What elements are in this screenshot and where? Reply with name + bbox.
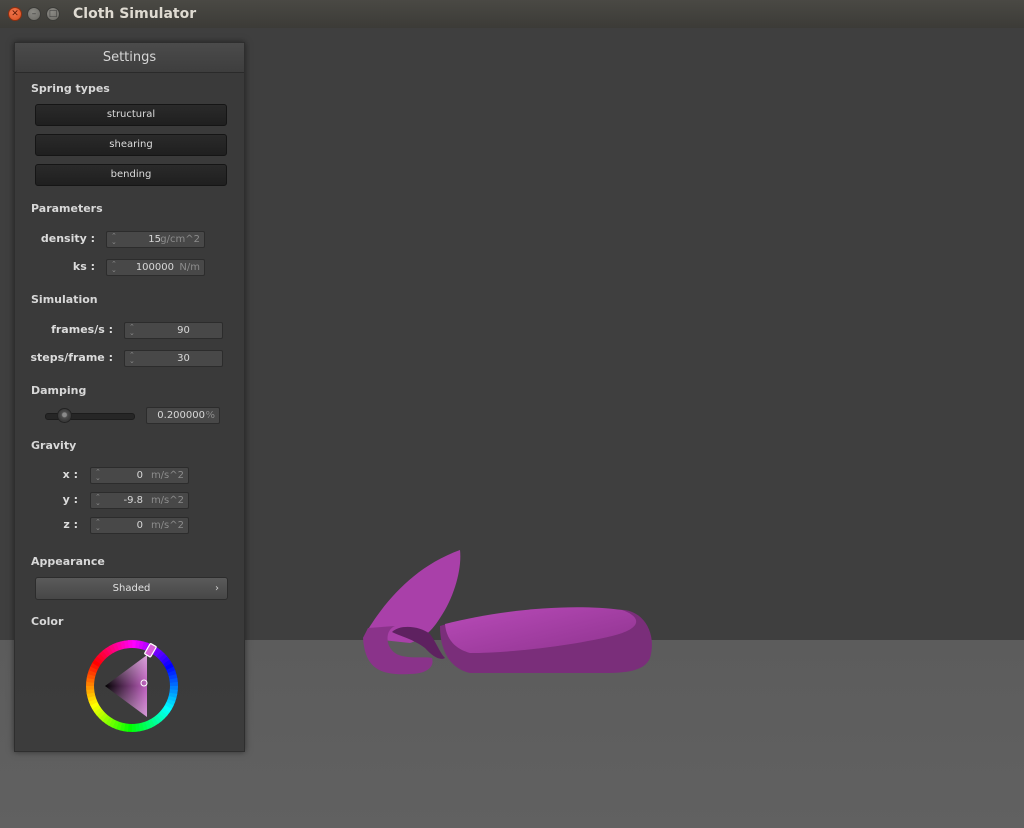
minimize-window-button[interactable]: – — [27, 7, 41, 21]
color-label: Color — [31, 615, 64, 628]
color-wheel-picker[interactable] — [85, 639, 179, 733]
density-value: 15 — [148, 234, 161, 245]
gravity-z-value: 0 — [136, 520, 143, 531]
gravity-x-label: x : — [62, 468, 78, 481]
hue-ring-segment[interactable] — [131, 723, 137, 732]
gravity-y-label: y : — [62, 493, 78, 506]
damping-slider-handle[interactable] — [56, 408, 72, 423]
appearance-selected-value: Shaded — [112, 583, 151, 594]
hue-ring-segment[interactable] — [86, 685, 95, 691]
window-title: Cloth Simulator — [73, 6, 197, 22]
frames-per-second-input[interactable]: ⌃ ⌄ 90 — [124, 322, 223, 339]
settings-panel: Settings Spring types structural shearin… — [14, 42, 245, 752]
hue-ring-segment[interactable] — [169, 681, 178, 687]
gravity-y-unit: m/s^2 — [150, 495, 184, 506]
triangle-shading — [105, 655, 147, 717]
density-unit: g/cm^2 — [160, 234, 200, 245]
steps-per-frame-label: steps/frame : — [30, 351, 114, 364]
maximize-window-button[interactable]: □ — [46, 7, 60, 21]
ks-unit: N/m — [179, 262, 200, 273]
ks-label: ks : — [72, 260, 95, 273]
gravity-x-unit: m/s^2 — [150, 470, 184, 481]
steps-per-frame-value: 30 — [177, 353, 190, 364]
gravity-z-unit: m/s^2 — [150, 520, 184, 531]
density-label: density : — [40, 232, 95, 245]
steps-spin-icon[interactable]: ⌃ ⌄ — [129, 352, 135, 365]
gravity-x-input[interactable]: ⌃ ⌄ 0 m/s^2 — [90, 467, 189, 484]
title-bar: ✕ – □ Cloth Simulator — [0, 0, 1024, 29]
ks-value: 100000 — [135, 262, 174, 273]
damping-unit: % — [205, 410, 215, 421]
gravity-x-value: 0 — [136, 470, 143, 481]
gravity-label: Gravity — [31, 439, 77, 452]
gravity-y-input[interactable]: ⌃ ⌄ -9.8 m/s^2 — [90, 492, 189, 509]
frames-per-second-value: 90 — [177, 325, 190, 336]
gravity-y-spin-icon[interactable]: ⌃ ⌄ — [95, 494, 101, 507]
ks-input[interactable]: ⌃ ⌄ 100000 N/m — [106, 259, 205, 276]
parameters-label: Parameters — [31, 202, 103, 215]
appearance-label: Appearance — [31, 555, 105, 568]
gravity-z-input[interactable]: ⌃ ⌄ 0 m/s^2 — [90, 517, 189, 534]
simulation-label: Simulation — [31, 293, 98, 306]
ks-spin-icon[interactable]: ⌃ ⌄ — [111, 261, 117, 274]
density-spin-icon[interactable]: ⌃ ⌄ — [111, 233, 117, 246]
gravity-y-value: -9.8 — [123, 495, 143, 506]
gravity-z-spin-icon[interactable]: ⌃ ⌄ — [95, 519, 101, 532]
close-window-button[interactable]: ✕ — [8, 7, 22, 21]
damping-label: Damping — [31, 384, 87, 397]
damping-value: 0.200000 — [157, 410, 205, 421]
density-input[interactable]: ⌃ ⌄ 15 g/cm^2 — [106, 231, 205, 248]
shearing-springs-button[interactable]: shearing — [35, 134, 227, 156]
fps-spin-icon[interactable]: ⌃ ⌄ — [129, 324, 135, 337]
gravity-x-spin-icon[interactable]: ⌃ ⌄ — [95, 469, 101, 482]
hue-ring-segment[interactable] — [127, 640, 133, 649]
damping-input[interactable]: 0.200000 % — [146, 407, 220, 424]
appearance-dropdown[interactable]: Shaded › — [35, 577, 228, 600]
gravity-z-label: z : — [63, 518, 78, 531]
settings-panel-title[interactable]: Settings — [15, 43, 244, 73]
structural-springs-button[interactable]: structural — [35, 104, 227, 126]
frames-per-second-label: frames/s : — [51, 323, 113, 336]
spring-types-label: Spring types — [31, 82, 110, 95]
chevron-right-icon: › — [215, 583, 219, 594]
bending-springs-button[interactable]: bending — [35, 164, 227, 186]
steps-per-frame-input[interactable]: ⌃ ⌄ 30 — [124, 350, 223, 367]
